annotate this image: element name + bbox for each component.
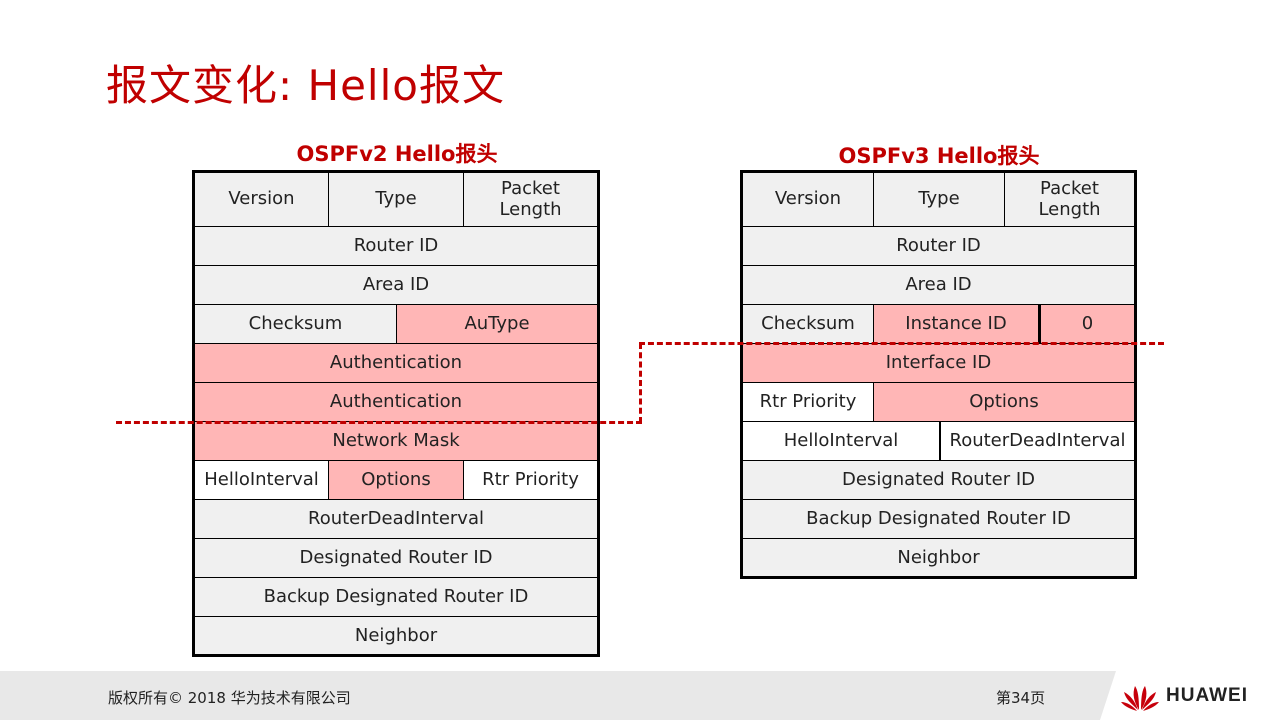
v2-type-field: Type: [328, 172, 464, 227]
page-title: 报文变化: Hello报文: [106, 61, 505, 110]
v3-interface-id-field: Interface ID: [742, 343, 1135, 383]
v2-options-field: Options: [328, 460, 464, 500]
v3-packet-length-field: Packet Length: [1004, 172, 1135, 227]
v2-authentication-field: Authentication: [194, 382, 598, 422]
page-number: 第34页: [996, 689, 1046, 707]
v3-options-field: Options: [873, 382, 1135, 422]
v2-neighbor-field: Neighbor: [194, 616, 598, 656]
v2-network-mask-field: Network Mask: [194, 421, 598, 461]
v3-neighbor-field: Neighbor: [742, 538, 1135, 578]
v3-version-field: Version: [742, 172, 874, 227]
v2-autype-field: AuType: [396, 304, 598, 344]
v2-packet-length-field: Packet Length: [463, 172, 598, 227]
copyright-text: 版权所有© 2018 华为技术有限公司: [108, 689, 351, 707]
dashed-line-right: [639, 342, 1164, 345]
dashed-line-left: [116, 421, 642, 424]
v3-reserved-zero-field: 0: [1038, 304, 1135, 344]
v3-area-id-field: Area ID: [742, 265, 1135, 305]
v3-rtr-priority-field: Rtr Priority: [742, 382, 874, 422]
v3-backup-designated-router-id-field: Backup Designated Router ID: [742, 499, 1135, 539]
brand-wordmark: HUAWEI: [1166, 685, 1248, 706]
v2-checksum-field: Checksum: [194, 304, 397, 344]
v2-rtr-priority-field: Rtr Priority: [463, 460, 598, 500]
v2-area-id-field: Area ID: [194, 265, 598, 305]
v3-type-field: Type: [873, 172, 1005, 227]
v3-instance-id-field: Instance ID: [873, 304, 1039, 344]
v2-version-field: Version: [194, 172, 329, 227]
v2-router-id-field: Router ID: [194, 226, 598, 266]
v2-router-dead-interval-field: RouterDeadInterval: [194, 499, 598, 539]
v2-backup-designated-router-id-field: Backup Designated Router ID: [194, 577, 598, 617]
huawei-petal-logo-icon: [1121, 686, 1159, 711]
v3-checksum-field: Checksum: [742, 304, 874, 344]
v2-hello-interval-field: HelloInterval: [194, 460, 329, 500]
ospfv2-table-title: OSPFv2 Hello报头: [296, 142, 498, 166]
v2-designated-router-id-field: Designated Router ID: [194, 538, 598, 578]
v3-designated-router-id-field: Designated Router ID: [742, 460, 1135, 500]
dashed-line-step: [639, 343, 642, 423]
v3-router-dead-interval-field: RouterDeadInterval: [939, 421, 1135, 461]
v3-router-id-field: Router ID: [742, 226, 1135, 266]
ospfv3-table-title: OSPFv3 Hello报头: [838, 144, 1040, 168]
v2-authentication-field: Authentication: [194, 343, 598, 383]
v3-hello-interval-field: HelloInterval: [742, 421, 940, 461]
